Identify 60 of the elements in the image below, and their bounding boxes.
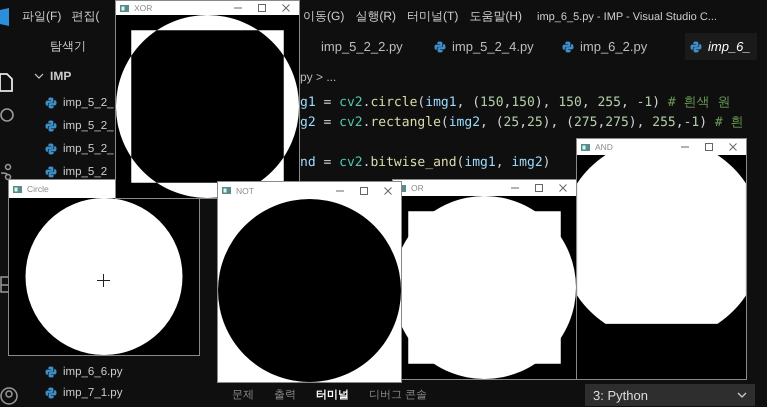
- terminal-select[interactable]: 3: Python: [585, 384, 755, 406]
- panel-tab[interactable]: 터미널: [316, 388, 349, 402]
- window-title: OR: [411, 183, 424, 193]
- window-title: imp_6_5.py - IMP - Visual Studio C...: [537, 10, 717, 22]
- close-icon: [728, 142, 738, 152]
- app-logo-icon: [0, 8, 9, 26]
- python-file-icon: [45, 96, 57, 108]
- image-window-icon: [120, 4, 129, 12]
- crosshair-cursor-icon: [97, 274, 110, 287]
- account-icon: [0, 387, 18, 405]
- chevron-down-icon: [737, 391, 747, 399]
- window-title: Circle: [27, 184, 49, 194]
- maximize-icon: [359, 186, 369, 196]
- window-title: XOR: [134, 3, 152, 13]
- panel-tab[interactable]: 디버그 콘솔: [369, 388, 428, 402]
- file-item[interactable]: imp_7_1.py: [28, 382, 122, 403]
- editor-tab[interactable]: imp_5_2_2.py: [301, 33, 429, 60]
- code-line: g1 = cv2.circle(img1, (150,150), 150, 255, -1) # 흰색 원: [300, 94, 730, 112]
- breadcrumb: py > ...: [299, 69, 336, 84]
- image-window-icon: [222, 187, 231, 194]
- panel-tab[interactable]: 문제: [232, 388, 254, 402]
- file-item[interactable]: imp_5_2_: [28, 91, 114, 114]
- panel-tab[interactable]: 출력: [274, 388, 296, 402]
- maximize-icon: [257, 3, 267, 13]
- maximize-icon: [704, 142, 714, 152]
- folder-row[interactable]: IMP: [28, 66, 76, 86]
- maximize-icon: [534, 183, 544, 193]
- menu-item[interactable]: 파일(F): [22, 8, 62, 25]
- close-icon: [281, 3, 291, 13]
- window-title: AND: [595, 142, 613, 152]
- python-file-icon: [45, 166, 57, 178]
- python-file-icon: [45, 142, 57, 154]
- file-item[interactable]: imp_5_2_: [28, 137, 114, 160]
- python-file-icon: [562, 40, 574, 52]
- python-file-icon: [45, 386, 57, 398]
- file-item[interactable]: imp_5_2_: [28, 114, 114, 137]
- menu-item[interactable]: 실행(R): [355, 8, 396, 25]
- menu-item[interactable]: 도움말(H): [469, 8, 522, 25]
- code-line: nd = cv2.bitwise_and(img1, img2): [300, 154, 550, 172]
- python-file-icon: [45, 366, 57, 378]
- python-file-icon: [690, 40, 702, 52]
- file-item[interactable]: imp_5_2: [28, 160, 108, 183]
- menu-item[interactable]: 편집(: [71, 8, 100, 25]
- close-icon: [383, 186, 393, 196]
- menu-item[interactable]: 이동(G): [303, 8, 344, 25]
- python-file-icon: [434, 40, 446, 52]
- file-item[interactable]: imp_6_6.py: [28, 361, 122, 382]
- menu-item[interactable]: 터미널(T): [407, 8, 458, 25]
- close-icon: [558, 183, 568, 193]
- python-file-icon: [45, 120, 57, 132]
- window-title: NOT: [236, 186, 254, 196]
- editor-tab[interactable]: imp_5_2_4.py: [429, 33, 557, 60]
- image-window-icon: [13, 186, 22, 192]
- image-window-icon: [581, 144, 590, 150]
- files-icon: [0, 73, 16, 93]
- editor-tab[interactable]: imp_6_2.py: [557, 33, 685, 60]
- code-line: g2 = cv2.rectangle(img2, (25,25), (275,275), 255,-1) # 흰: [300, 114, 744, 132]
- explorer-title: 탐색기: [49, 38, 86, 55]
- editor-tab[interactable]: imp_6_: [685, 33, 757, 60]
- search-icon: [0, 107, 14, 123]
